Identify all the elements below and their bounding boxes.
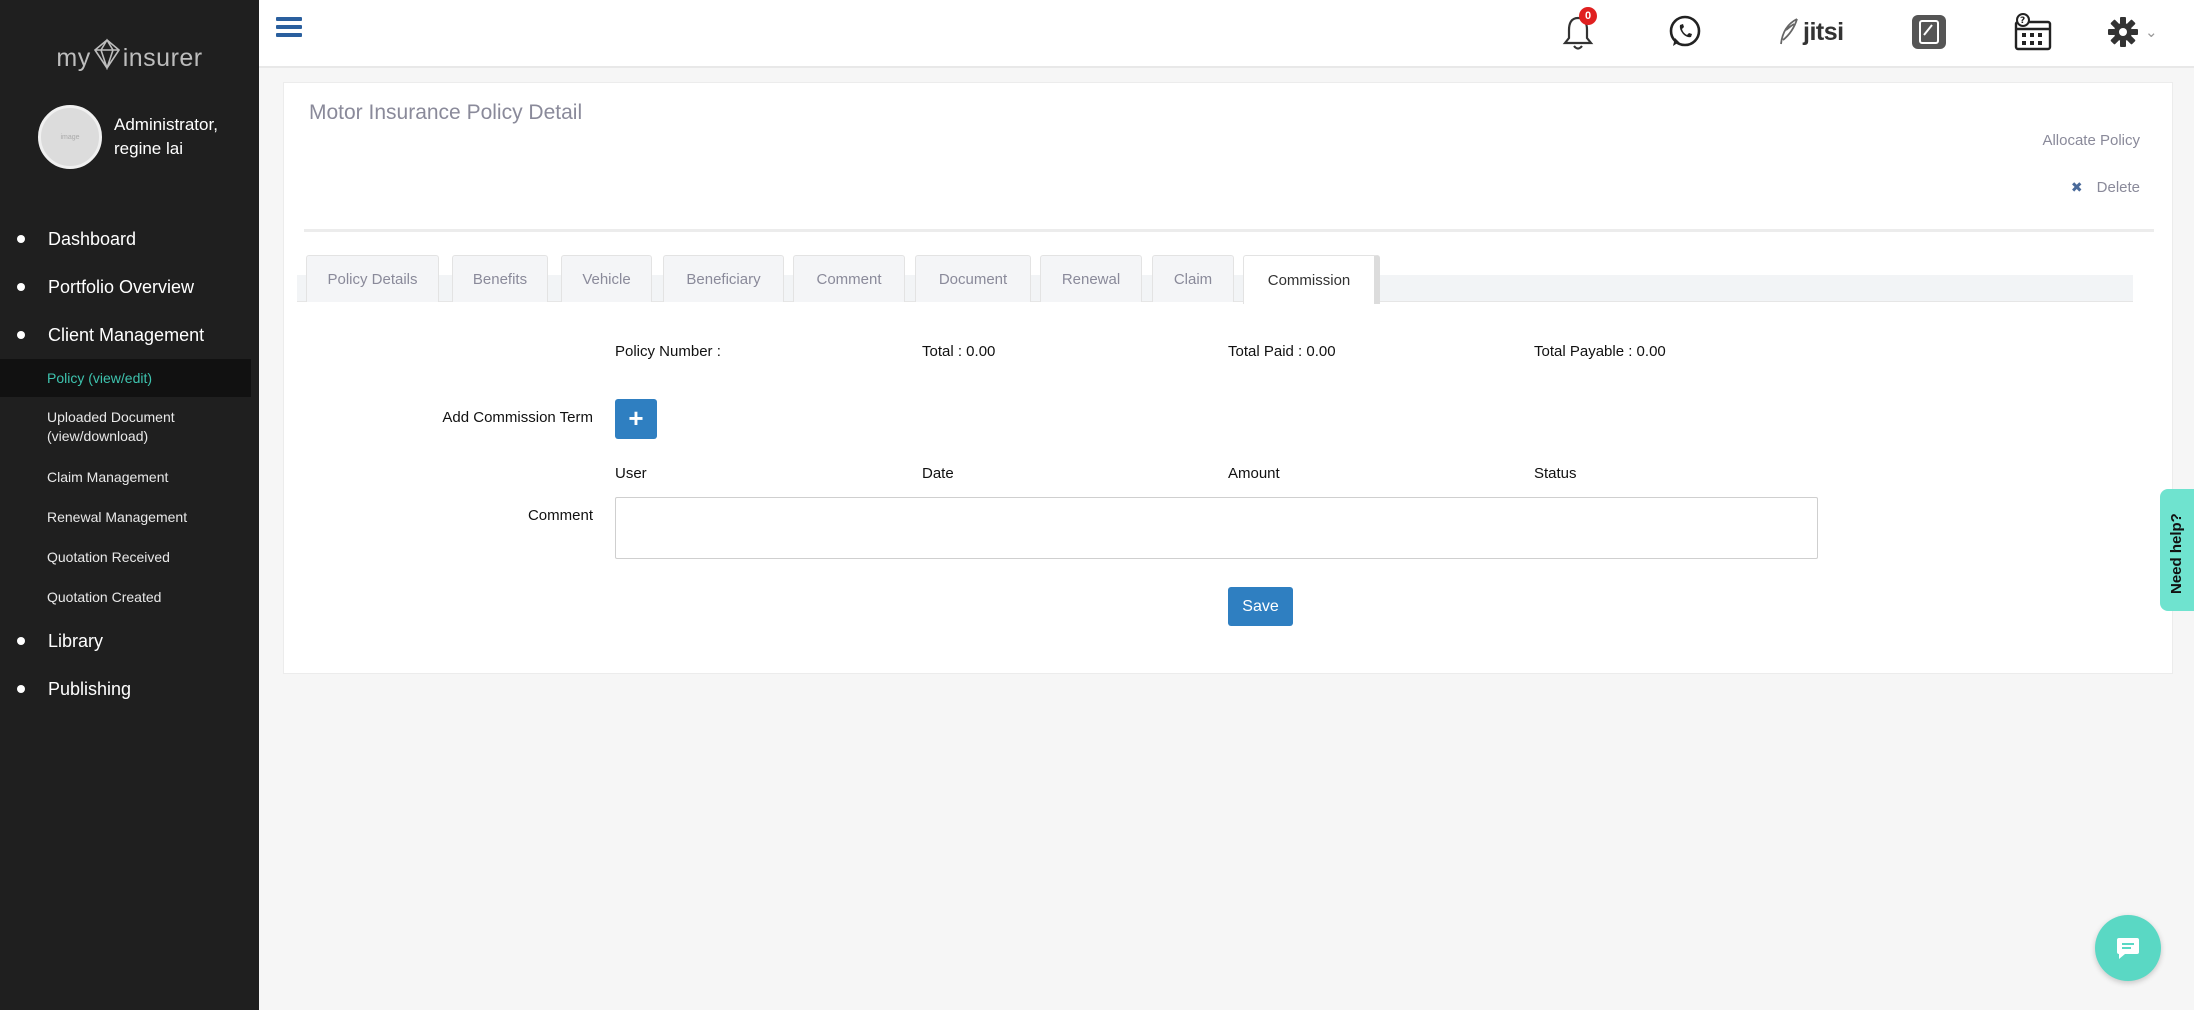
page-title: Motor Insurance Policy Detail bbox=[309, 101, 583, 124]
sidebar-item-label: Library bbox=[48, 631, 104, 651]
hamburger-menu-icon[interactable] bbox=[276, 16, 302, 43]
tab-comment[interactable]: Comment bbox=[793, 255, 905, 302]
top-bar: 0 jitsi ? ⌄ bbox=[259, 0, 2194, 68]
allocate-policy-link[interactable]: Allocate Policy bbox=[2042, 132, 2140, 149]
user-profile[interactable]: image Administrator, regine lai bbox=[38, 105, 218, 169]
sidebar: my insurer image Administrator, regine la… bbox=[0, 0, 259, 1010]
close-icon: ✖ bbox=[2070, 179, 2083, 195]
sidebar-item-label: Client Management bbox=[48, 325, 205, 345]
need-help-tab[interactable]: Need help? bbox=[2160, 489, 2194, 611]
save-button[interactable]: Save bbox=[1228, 587, 1293, 626]
tab-commission[interactable]: Commission bbox=[1243, 255, 1380, 304]
tab-beneficiary[interactable]: Beneficiary bbox=[663, 255, 784, 302]
policy-number-label: Policy Number : bbox=[615, 343, 721, 360]
notification-bell-icon[interactable]: 0 bbox=[1561, 7, 1597, 54]
jitsi-label: jitsi bbox=[1803, 17, 1844, 46]
notepad-icon[interactable] bbox=[1910, 10, 1948, 54]
sidebar-subitem-label: Uploaded Document bbox=[47, 409, 175, 425]
sidebar-item-client-management[interactable]: Client Management bbox=[0, 311, 259, 359]
profile-name: Administrator, regine lai bbox=[114, 113, 218, 161]
sidebar-nav: Dashboard Portfolio Overview Client Mana… bbox=[0, 215, 259, 713]
sidebar-subitem-quotation-received[interactable]: Quotation Received bbox=[0, 537, 259, 577]
comment-label: Comment bbox=[527, 507, 593, 524]
profile-username: regine lai bbox=[114, 139, 183, 158]
add-commission-term-label: Add Commission Term bbox=[442, 409, 593, 426]
total-value: Total : 0.00 bbox=[922, 343, 996, 360]
sidebar-item-dashboard[interactable]: Dashboard bbox=[0, 215, 259, 263]
chat-button[interactable] bbox=[2095, 915, 2161, 981]
sidebar-subitem-uploaded-document[interactable]: Uploaded Document (view/download) bbox=[0, 397, 259, 457]
bullet-icon bbox=[17, 331, 25, 339]
avatar-placeholder: image bbox=[60, 133, 80, 141]
avatar[interactable]: image bbox=[38, 105, 102, 169]
total-paid-value: Total Paid : 0.00 bbox=[1228, 343, 1336, 360]
need-help-label: Need help? bbox=[2168, 513, 2185, 594]
total-payable-value: Total Payable : 0.00 bbox=[1534, 343, 1666, 360]
tab-policy-details[interactable]: Policy Details bbox=[306, 255, 439, 302]
sidebar-subitem-quotation-created[interactable]: Quotation Created bbox=[0, 577, 259, 617]
sidebar-subitem-claim-management[interactable]: Claim Management bbox=[0, 457, 259, 497]
column-header-date: Date bbox=[922, 465, 954, 482]
tab-benefits[interactable]: Benefits bbox=[452, 255, 548, 302]
sidebar-item-label: Portfolio Overview bbox=[48, 277, 195, 297]
divider bbox=[304, 229, 2154, 232]
diamond-logo-icon bbox=[93, 38, 120, 70]
sidebar-subitem-renewal-management[interactable]: Renewal Management bbox=[0, 497, 259, 537]
add-commission-term-button[interactable]: + bbox=[615, 399, 657, 439]
logo-text-left: my bbox=[56, 44, 91, 72]
profile-role: Administrator, bbox=[114, 115, 218, 134]
delete-link[interactable]: ✖ Delete bbox=[2071, 179, 2140, 196]
calendar-help-icon[interactable]: ? bbox=[2013, 10, 2053, 54]
delete-label: Delete bbox=[2096, 179, 2140, 196]
app-logo[interactable]: my insurer bbox=[0, 38, 259, 73]
jitsi-button[interactable]: jitsi bbox=[1777, 10, 1844, 54]
bullet-icon bbox=[17, 235, 25, 243]
sidebar-item-library[interactable]: Library bbox=[0, 617, 259, 665]
chevron-down-icon: ⌄ bbox=[2145, 24, 2158, 41]
sidebar-item-publishing[interactable]: Publishing bbox=[0, 665, 259, 713]
svg-text:?: ? bbox=[2020, 16, 2025, 26]
sidebar-item-label: Publishing bbox=[48, 679, 132, 699]
jitsi-feather-icon bbox=[1780, 18, 1798, 45]
whatsapp-icon[interactable] bbox=[1667, 10, 1703, 54]
column-header-status: Status bbox=[1534, 465, 1577, 482]
settings-menu[interactable]: ⌄ bbox=[2107, 10, 2158, 54]
notification-count-badge: 0 bbox=[1579, 7, 1597, 25]
sidebar-item-label: Dashboard bbox=[48, 229, 137, 249]
bullet-icon bbox=[17, 685, 25, 693]
column-header-user: User bbox=[615, 465, 647, 482]
tab-vehicle[interactable]: Vehicle bbox=[561, 255, 652, 302]
bullet-icon bbox=[17, 637, 25, 645]
sidebar-item-portfolio-overview[interactable]: Portfolio Overview bbox=[0, 263, 259, 311]
sidebar-subitem-policy[interactable]: Policy (view/edit) bbox=[0, 359, 251, 397]
bullet-icon bbox=[17, 283, 25, 291]
tab-document[interactable]: Document bbox=[915, 255, 1031, 302]
gear-icon bbox=[2108, 17, 2138, 47]
tab-claim[interactable]: Claim bbox=[1152, 255, 1234, 302]
sidebar-subitem-label: (view/download) bbox=[47, 428, 149, 444]
column-header-amount: Amount bbox=[1228, 465, 1280, 482]
logo-text-right: insurer bbox=[122, 44, 203, 72]
chat-bubble-icon bbox=[2117, 938, 2139, 959]
policy-detail-panel: Motor Insurance Policy Detail Allocate P… bbox=[283, 82, 2173, 674]
tab-renewal[interactable]: Renewal bbox=[1040, 255, 1142, 302]
comment-textarea[interactable] bbox=[615, 497, 1818, 559]
